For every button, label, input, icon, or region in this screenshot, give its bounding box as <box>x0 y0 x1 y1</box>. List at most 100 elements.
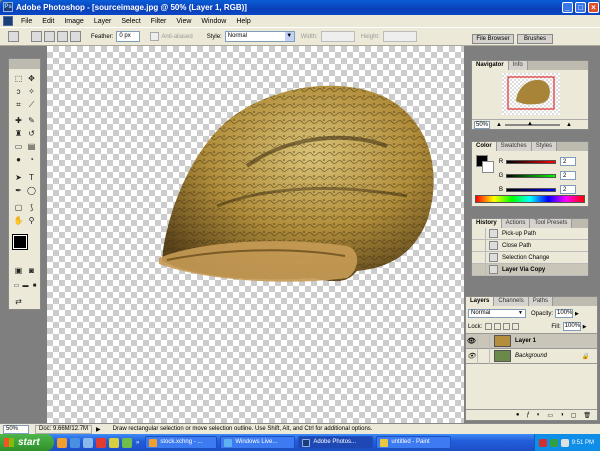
blend-mode-select[interactable]: Normal ▼ <box>468 309 526 318</box>
crop-tool-icon[interactable]: ⌗ <box>13 99 24 110</box>
lock-transparency-icon[interactable] <box>485 323 493 330</box>
messenger-icon[interactable] <box>122 437 132 448</box>
zoom-tool-icon[interactable]: ⚲ <box>26 215 37 226</box>
menu-help[interactable]: Help <box>231 18 255 25</box>
marquee-tool-preset-icon[interactable] <box>8 31 19 42</box>
menu-edit[interactable]: Edit <box>37 18 59 25</box>
zoom-slider[interactable]: ▲ <box>504 121 560 127</box>
new-layer-icon[interactable]: ▢ <box>571 412 577 419</box>
tab-actions[interactable]: Actions <box>501 219 531 228</box>
volume-icon[interactable] <box>560 438 569 447</box>
height-input[interactable] <box>382 31 417 42</box>
add-selection-icon[interactable] <box>44 31 55 42</box>
subtract-selection-icon[interactable] <box>57 31 68 42</box>
style-select[interactable]: Normal ▼ <box>224 31 295 42</box>
folder-icon[interactable] <box>109 437 119 448</box>
jump-to-imageready-icon[interactable]: ⇄ <box>13 296 24 307</box>
zoom-in-icon[interactable]: ▲ <box>566 122 572 128</box>
lasso-tool-icon[interactable]: ↄ <box>13 86 24 97</box>
lock-position-icon[interactable] <box>503 323 511 330</box>
tab-navigator[interactable]: Navigator <box>472 61 509 70</box>
menu-select[interactable]: Select <box>116 18 145 25</box>
healing-brush-icon[interactable]: ✚ <box>13 115 24 126</box>
path-selection-icon[interactable]: ➤ <box>13 172 24 183</box>
zoom-out-icon[interactable]: ▲ <box>496 122 502 128</box>
layer-mask-icon[interactable]: ◐ <box>537 412 541 418</box>
file-browser-tab[interactable]: File Browser <box>472 34 514 44</box>
history-item[interactable]: Selection Change <box>472 251 588 264</box>
lock-all-icon[interactable] <box>512 323 520 330</box>
history-item[interactable]: Pick-up Path <box>472 227 588 240</box>
firefox-icon[interactable] <box>57 437 67 448</box>
brush-link-icon[interactable] <box>478 333 490 349</box>
blue-slider[interactable] <box>506 187 556 192</box>
tab-tool-presets[interactable]: Tool Presets <box>530 219 573 228</box>
history-item-selected[interactable]: Layer Via Copy <box>472 263 588 276</box>
minimize-button[interactable]: _ <box>562 2 573 13</box>
document-canvas[interactable] <box>47 46 464 423</box>
screen-mode-full-icon[interactable]: ■ <box>29 281 40 292</box>
status-zoom-input[interactable]: 50% <box>3 424 29 434</box>
green-slider[interactable] <box>506 173 556 178</box>
brush-tool-icon[interactable]: ✎ <box>26 115 37 126</box>
color-background-swatch[interactable] <box>482 161 494 173</box>
hand-tool-icon[interactable]: ✋ <box>13 215 24 226</box>
taskbar-task-stockxchng[interactable]: stock.xchng - ... <box>145 436 218 449</box>
start-button[interactable]: start <box>0 434 54 451</box>
width-input[interactable] <box>320 31 355 42</box>
status-arrow-icon[interactable]: ▶ <box>96 426 101 433</box>
history-brush-icon[interactable]: ↺ <box>26 128 37 139</box>
layer-style-icon[interactable]: ƒ <box>526 412 529 418</box>
clone-stamp-icon[interactable]: ♜ <box>13 128 24 139</box>
type-tool-icon[interactable]: T <box>26 172 37 183</box>
opacity-arrow-icon[interactable]: ▶ <box>575 311 579 317</box>
slice-tool-icon[interactable]: ⟋ <box>26 99 37 110</box>
zoom-slider-thumb-icon[interactable]: ▲ <box>527 121 533 127</box>
intersect-selection-icon[interactable] <box>70 31 81 42</box>
quicklaunch-more-icon[interactable]: » <box>136 440 139 446</box>
menu-filter[interactable]: Filter <box>146 18 172 25</box>
shape-tool-icon[interactable]: ◯ <box>26 185 37 196</box>
tab-styles[interactable]: Styles <box>531 142 558 151</box>
marquee-tool-icon[interactable]: ⬚ <box>13 73 24 84</box>
taskbar-task-windows-live[interactable]: Windows Live... <box>220 436 296 449</box>
standard-mode-icon[interactable]: ▣ <box>13 265 24 276</box>
blue-value-input[interactable]: 2 <box>560 185 576 194</box>
brushes-tab[interactable]: Brushes <box>517 34 553 44</box>
menu-image[interactable]: Image <box>59 18 88 25</box>
color-ramp[interactable] <box>475 195 585 203</box>
foreground-color-swatch[interactable] <box>12 234 28 250</box>
taskbar-task-paint[interactable]: untitled - Paint <box>376 436 452 449</box>
notes-tool-icon[interactable]: ▢ <box>13 202 24 213</box>
ie-icon[interactable] <box>70 437 80 448</box>
tab-swatches[interactable]: Swatches <box>496 142 532 151</box>
antivirus-icon[interactable] <box>538 438 547 447</box>
fill-arrow-icon[interactable]: ▶ <box>583 324 587 330</box>
tab-channels[interactable]: Channels <box>494 297 529 306</box>
eraser-tool-icon[interactable]: ▭ <box>13 141 24 152</box>
opacity-input[interactable]: 100% <box>555 309 574 318</box>
eye-icon[interactable]: 👁 <box>466 348 478 364</box>
feather-input[interactable]: 0 px <box>116 31 141 42</box>
link-layers-icon[interactable]: ● <box>516 412 520 418</box>
new-group-icon[interactable]: ▭ <box>547 412 553 419</box>
move-tool-icon[interactable]: ✥ <box>26 73 37 84</box>
eyedropper-tool-icon[interactable]: ⟆ <box>26 202 37 213</box>
red-value-input[interactable]: 2 <box>560 157 576 166</box>
eye-icon[interactable]: 👁 <box>466 333 478 349</box>
status-doc-size[interactable]: Doc: 9.66M/12.7M <box>35 424 93 434</box>
clock[interactable]: 9:51 PM <box>572 440 594 446</box>
link-toggle[interactable] <box>478 348 490 364</box>
green-value-input[interactable]: 2 <box>560 171 576 180</box>
close-button[interactable]: × <box>588 2 599 13</box>
maximize-button[interactable]: □ <box>575 2 586 13</box>
menu-window[interactable]: Window <box>196 18 231 25</box>
tab-paths[interactable]: Paths <box>528 297 554 306</box>
layer-row-selected[interactable]: 👁 Layer 1 <box>466 333 597 349</box>
layer-row[interactable]: 👁 Background 🔒 <box>466 348 597 364</box>
tab-layers[interactable]: Layers <box>466 297 495 306</box>
menu-layer[interactable]: Layer <box>89 18 117 25</box>
new-adjustment-icon[interactable]: ◑ <box>560 412 564 418</box>
menu-file[interactable]: File <box>16 18 37 25</box>
document-icon[interactable] <box>3 16 13 26</box>
